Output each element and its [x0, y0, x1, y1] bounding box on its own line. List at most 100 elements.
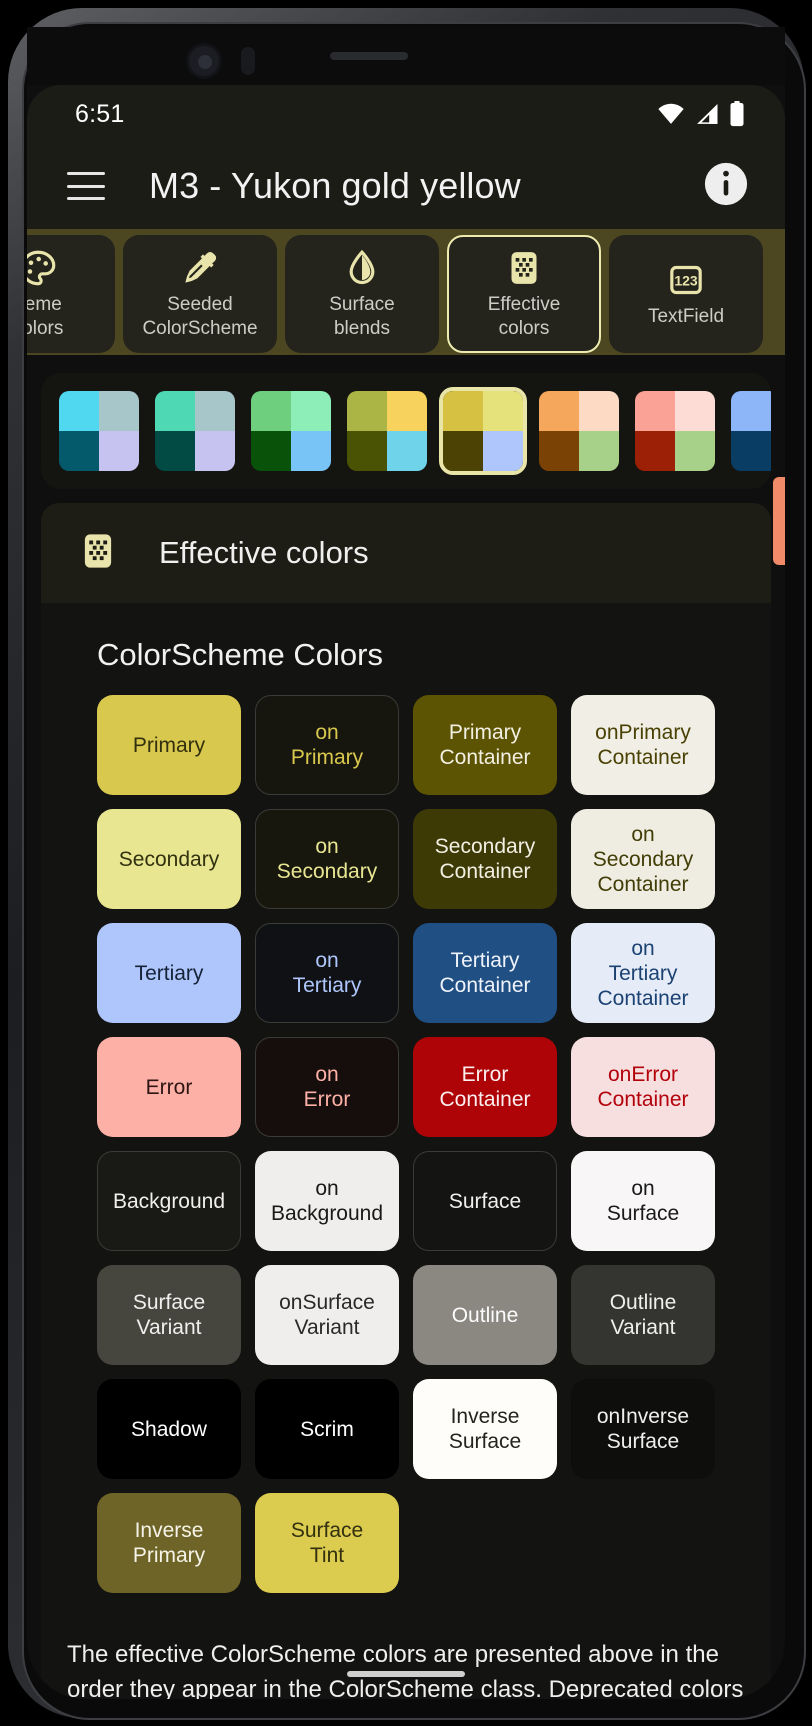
tab-theme-colors[interactable]: heme colors	[27, 235, 115, 353]
color-chip[interactable]: Tertiary Container	[413, 923, 557, 1023]
swatch-quadrant	[539, 431, 579, 471]
tab-label: Effective colors	[487, 294, 561, 339]
swatch-quadrant	[483, 391, 523, 431]
color-chip[interactable]: Surface Tint	[255, 1493, 399, 1593]
color-scheme-swatch[interactable]	[439, 387, 527, 475]
color-scheme-swatch[interactable]	[727, 387, 771, 475]
swatch-quadrant	[291, 391, 331, 431]
swatch-quadrant	[443, 431, 483, 471]
color-chip[interactable]: onPrimary Container	[571, 695, 715, 795]
swatch-quadrant	[251, 391, 291, 431]
palette-icon	[27, 247, 59, 289]
swatch-quadrant	[387, 391, 427, 431]
color-chip[interactable]: onInverse Surface	[571, 1379, 715, 1479]
cellular-signal-icon	[694, 103, 720, 125]
swatch-quadrant	[443, 391, 483, 431]
numbers-123-icon: 123	[666, 259, 706, 301]
battery-icon	[729, 101, 745, 127]
color-chip[interactable]: Inverse Primary	[97, 1493, 241, 1593]
tab-label: Surface blends	[329, 294, 395, 339]
swatch-quadrant	[195, 431, 235, 471]
effective-colors-panel: ColorScheme Colors Primary on Primary Prim…	[41, 603, 771, 1699]
color-chip[interactable]: on Tertiary Container	[571, 923, 715, 1023]
swatch-quadrant	[483, 431, 523, 471]
tab-textfield[interactable]: 123 TextField	[609, 235, 763, 353]
color-chip[interactable]: Tertiary	[97, 923, 241, 1023]
color-chip[interactable]: Error Container	[413, 1037, 557, 1137]
color-chip[interactable]: on Surface	[571, 1151, 715, 1251]
color-chip[interactable]: Shadow	[97, 1379, 241, 1479]
swatch-quadrant	[635, 431, 675, 471]
tab-effective-colors[interactable]: Effective colors	[447, 235, 601, 353]
swatch-quadrant	[539, 391, 579, 431]
color-chip[interactable]: Inverse Surface	[413, 1379, 557, 1479]
color-scheme-swatch[interactable]	[247, 387, 335, 475]
color-scheme-swatch[interactable]	[631, 387, 719, 475]
front-camera-icon	[186, 43, 222, 79]
app-bar: M3 - Yukon gold yellow	[27, 143, 785, 229]
water-drop-icon	[342, 247, 382, 289]
color-scheme-swatch[interactable]	[55, 387, 143, 475]
section-header[interactable]: Effective colors	[41, 503, 771, 603]
navigation-gesture-pill[interactable]	[347, 1671, 465, 1677]
color-chip[interactable]: Surface Variant	[97, 1265, 241, 1365]
color-chip[interactable]: Outline	[413, 1265, 557, 1365]
color-chip[interactable]: Primary Container	[413, 695, 557, 795]
swatch-edge-peek	[773, 477, 785, 565]
swatch-quadrant	[675, 431, 715, 471]
color-chip[interactable]: Secondary	[97, 809, 241, 909]
color-chip[interactable]: onError Container	[571, 1037, 715, 1137]
sensor-bar	[27, 27, 785, 93]
swatch-quadrant	[731, 431, 771, 471]
color-chip[interactable]: on Error	[255, 1037, 399, 1137]
color-chip[interactable]: on Tertiary	[255, 923, 399, 1023]
color-chip[interactable]: on Primary	[255, 695, 399, 795]
color-scheme-swatch[interactable]	[343, 387, 431, 475]
status-icons	[657, 101, 745, 127]
tab-seeded-colorscheme[interactable]: Seeded ColorScheme	[123, 235, 277, 353]
color-chip[interactable]: Scrim	[255, 1379, 399, 1479]
status-bar: 6:51	[27, 85, 785, 143]
section-title: Effective colors	[159, 535, 369, 570]
swatch-quadrant	[99, 391, 139, 431]
color-chip[interactable]: Outline Variant	[571, 1265, 715, 1365]
color-chip[interactable]: on Background	[255, 1151, 399, 1251]
swatch-quadrant	[99, 431, 139, 471]
wifi-icon	[657, 103, 685, 125]
color-chip[interactable]: on Secondary Container	[571, 809, 715, 909]
color-chip[interactable]: on Secondary	[255, 809, 399, 909]
color-scheme-swatch[interactable]	[535, 387, 623, 475]
color-chip[interactable]: Secondary Container	[413, 809, 557, 909]
tab-label: TextField	[647, 306, 725, 327]
hamburger-menu-icon[interactable]	[67, 172, 105, 200]
color-chip[interactable]: onSurface Variant	[255, 1265, 399, 1365]
swatch-quadrant	[347, 431, 387, 471]
tab-label: Seeded ColorScheme	[142, 294, 258, 339]
proximity-sensor-icon	[241, 47, 255, 75]
grid-dots-icon	[77, 530, 119, 577]
svg-text:123: 123	[674, 273, 698, 289]
swatch-quadrant	[347, 391, 387, 431]
footer-note: The effective ColorScheme colors are pre…	[67, 1641, 744, 1699]
info-icon[interactable]	[703, 161, 749, 212]
eyedropper-icon	[180, 247, 220, 289]
swatch-quadrant	[59, 391, 99, 431]
swatch-quadrant	[579, 391, 619, 431]
tab-surface-blends[interactable]: Surface blends	[285, 235, 439, 353]
swatch-quadrant	[155, 431, 195, 471]
page-title: M3 - Yukon gold yellow	[149, 165, 521, 206]
tab-strip[interactable]: heme colors Seeded ColorScheme Surface b…	[27, 229, 785, 355]
swatch-quadrant	[579, 431, 619, 471]
earpiece-speaker	[330, 52, 408, 60]
swatch-quadrant	[59, 431, 99, 471]
grid-dots-icon	[504, 247, 544, 289]
color-scheme-swatch[interactable]	[151, 387, 239, 475]
swatch-quadrant	[291, 431, 331, 471]
color-chip[interactable]: Background	[97, 1151, 241, 1251]
color-scheme-swatch-strip[interactable]	[41, 373, 771, 489]
color-chip[interactable]: Error	[97, 1037, 241, 1137]
color-chip[interactable]: Primary	[97, 695, 241, 795]
swatch-quadrant	[675, 391, 715, 431]
content-title: ColorScheme Colors	[97, 637, 383, 672]
color-chip[interactable]: Surface	[413, 1151, 557, 1251]
